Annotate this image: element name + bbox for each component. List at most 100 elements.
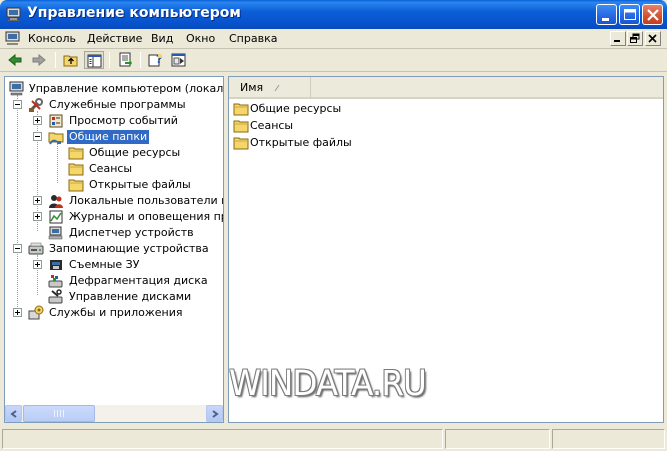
tree-item-label: Открытые файлы — [89, 178, 191, 191]
tree-item-computer-management[interactable]: Управление компьютером (локальны — [5, 81, 224, 97]
tree-item-label: Общие папки — [67, 130, 150, 144]
status-cell-main — [2, 429, 443, 449]
show-hide-tree-icon — [87, 54, 102, 68]
tree-item-label: Управление компьютером (локальны — [29, 82, 224, 95]
tree-item-device-manager[interactable]: Диспетчер устройств — [5, 225, 223, 241]
expand-toggle[interactable] — [13, 308, 22, 317]
tree-item-label: Служебные программы — [49, 98, 186, 111]
chevron-left-icon — [10, 410, 17, 418]
expand-toggle[interactable] — [33, 116, 42, 125]
close-button[interactable] — [642, 4, 663, 25]
help-icon: ? — [148, 53, 162, 67]
column-header-name[interactable]: Имя — [229, 77, 311, 99]
collapse-toggle[interactable] — [33, 132, 42, 141]
collapse-toggle[interactable] — [13, 100, 22, 109]
menu-bar: Консоль Действие Вид Окно Справка — [0, 29, 667, 49]
tree-item-label: Службы и приложения — [49, 306, 183, 319]
tree-item-label: Локальные пользователи и гр — [69, 194, 223, 207]
folder-icon — [233, 135, 249, 154]
tree-item-event-viewer[interactable]: Просмотр событий — [5, 113, 223, 129]
mdi-close-button[interactable] — [645, 31, 661, 46]
console-icon[interactable] — [5, 31, 21, 50]
up-folder-icon — [63, 55, 78, 67]
list-item-label: Сеансы — [250, 119, 294, 132]
list-item-label: Открытые файлы — [250, 136, 352, 149]
mdi-restore-button[interactable] — [627, 31, 643, 46]
export-list-icon — [119, 52, 132, 67]
scroll-right-button[interactable] — [206, 405, 223, 422]
tree-item-performance-logs[interactable]: Журналы и оповещения произ — [5, 209, 223, 225]
list-item-open-files[interactable]: Открытые файлы — [233, 134, 433, 151]
sort-indicator — [273, 82, 281, 95]
tree-item-label: Сеансы — [89, 162, 133, 175]
tree-item-label: Дефрагментация диска — [69, 274, 208, 287]
services-icon — [28, 305, 44, 324]
restore-icon — [630, 33, 640, 43]
scroll-thumb[interactable] — [23, 405, 95, 422]
status-cell-tertiary — [552, 429, 665, 449]
show-hide-tree-button[interactable] — [84, 51, 104, 69]
tree-item-shared-folders[interactable]: Общие папки — [5, 129, 223, 145]
menu-console[interactable]: Консоль — [28, 32, 76, 45]
tree-item-system-tools[interactable]: Служебные программы — [5, 97, 223, 113]
chevron-right-icon — [212, 410, 219, 418]
tree-item-label: Съемные ЗУ — [69, 258, 140, 271]
status-cell-secondary — [445, 429, 550, 449]
thumb-grip — [54, 410, 55, 417]
toolbar-separator — [140, 52, 141, 68]
export-list-button[interactable] — [115, 51, 135, 69]
title-bar[interactable]: Управление компьютером — [0, 0, 667, 29]
menu-help[interactable]: Справка — [229, 32, 277, 45]
tree-item-shares[interactable]: Общие ресурсы — [5, 145, 223, 161]
tree-item-sessions[interactable]: Сеансы — [5, 161, 223, 177]
close-icon — [647, 9, 659, 21]
menu-view[interactable]: Вид — [151, 32, 173, 45]
tree-item-open-files[interactable]: Открытые файлы — [5, 177, 223, 193]
tree-item-defrag[interactable]: Дефрагментация диска — [5, 273, 223, 289]
minimize-icon — [602, 18, 609, 21]
tree-item-label: Общие ресурсы — [89, 146, 181, 159]
window-title: Управление компьютером — [27, 5, 241, 21]
expand-toggle[interactable] — [33, 260, 42, 269]
expand-toggle[interactable] — [33, 212, 42, 221]
mdi-minimize-button[interactable] — [610, 31, 626, 46]
tree-item-label: Просмотр событий — [69, 114, 178, 127]
toolbar-separator — [55, 52, 56, 68]
minimize-icon — [614, 40, 620, 42]
tree-item-label: Запоминающие устройства — [49, 242, 209, 255]
list-item-sessions[interactable]: Сеансы — [233, 117, 433, 134]
tree-horizontal-scrollbar[interactable] — [5, 405, 223, 422]
forward-button[interactable] — [29, 51, 49, 69]
tree-item-removable-storage[interactable]: Съемные ЗУ — [5, 257, 223, 273]
scroll-left-button[interactable] — [5, 405, 22, 422]
status-bar — [0, 427, 667, 451]
tree-pane[interactable]: Управление компьютером (локальны Служебн… — [4, 76, 224, 423]
maximize-button[interactable] — [619, 4, 640, 25]
toolbar-separator — [109, 52, 110, 68]
thumb-grip — [60, 410, 61, 417]
back-button[interactable] — [5, 51, 25, 69]
tree-item-label: Диспетчер устройств — [69, 226, 194, 239]
tree-item-disk-management[interactable]: Управление дисками — [5, 289, 223, 305]
watermark: WINDATA.RU — [229, 364, 427, 404]
thumb-grip — [57, 410, 58, 417]
up-level-button[interactable] — [61, 51, 81, 69]
tree-item-label: Управление дисками — [69, 290, 192, 303]
computer-management-icon — [6, 6, 22, 22]
collapse-toggle[interactable] — [13, 244, 22, 253]
list-header: Имя — [229, 77, 663, 99]
expand-toggle[interactable] — [33, 196, 42, 205]
tree-item-local-users[interactable]: Локальные пользователи и гр — [5, 193, 223, 209]
tree-item-services-apps[interactable]: Службы и приложения — [5, 305, 223, 324]
properties-button[interactable] — [169, 51, 189, 69]
back-arrow-icon — [8, 53, 22, 67]
menu-window[interactable]: Окно — [186, 32, 215, 45]
minimize-button[interactable] — [596, 4, 617, 25]
column-header-label: Имя — [240, 81, 264, 94]
menu-action[interactable]: Действие — [87, 32, 142, 45]
help-button[interactable]: ? — [146, 51, 166, 69]
close-icon — [648, 34, 657, 43]
tree-item-storage[interactable]: Запоминающие устройства — [5, 241, 223, 257]
list-item-shares[interactable]: Общие ресурсы — [233, 100, 433, 117]
list-item-label: Общие ресурсы — [250, 102, 342, 115]
